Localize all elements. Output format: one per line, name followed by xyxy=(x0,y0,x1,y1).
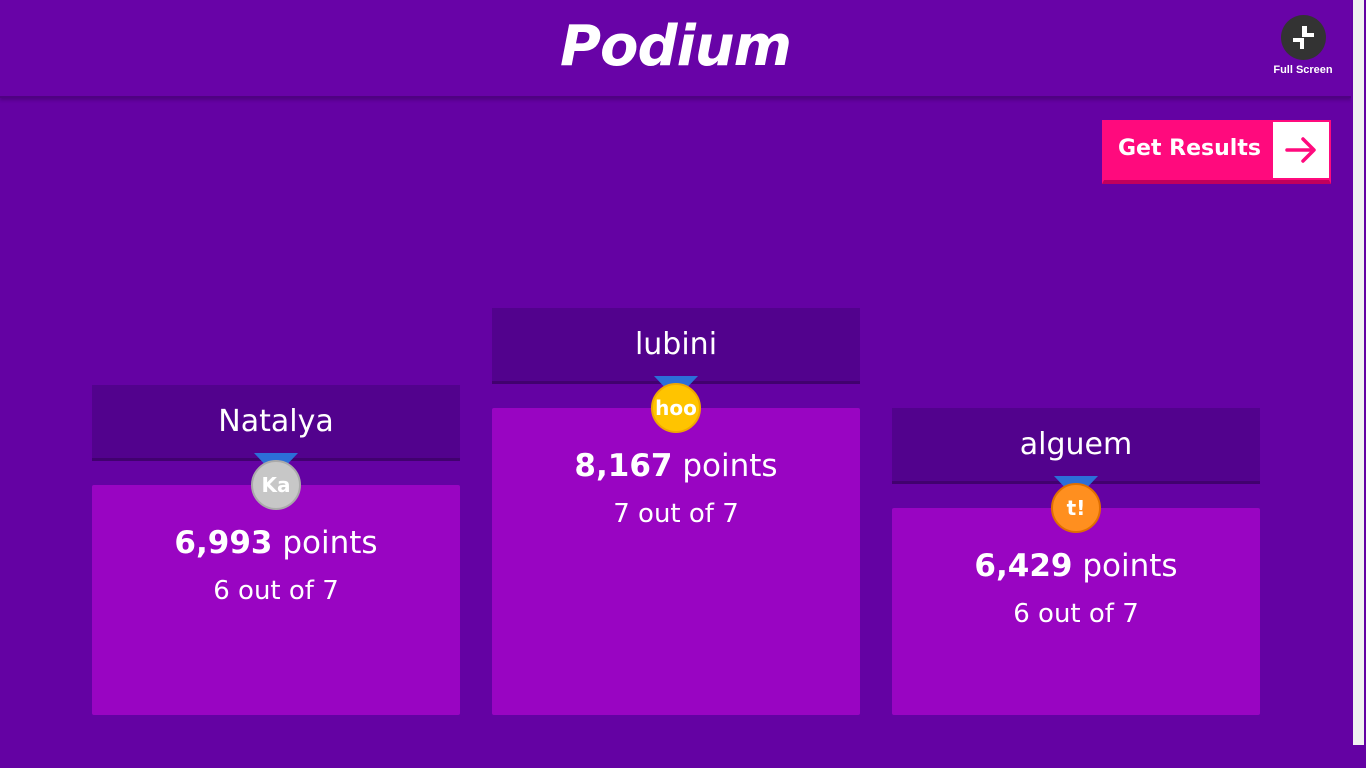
fullscreen-icon[interactable] xyxy=(1280,15,1326,60)
gold-medal-icon: hoo xyxy=(650,376,702,436)
silver-medal-icon: Ka xyxy=(250,453,302,513)
medal-text: hoo xyxy=(651,383,701,433)
points-value: 8,167 xyxy=(574,448,673,484)
points-value: 6,429 xyxy=(974,548,1073,584)
score-panel: 6,993 points 6 out of 7 xyxy=(92,485,460,715)
correct-answers: 6 out of 7 xyxy=(213,576,339,606)
score-panel: 8,167 points 7 out of 7 xyxy=(492,408,860,715)
points-text: 8,167 points xyxy=(492,446,860,486)
correct-answers: 6 out of 7 xyxy=(1013,599,1139,629)
medal-text: Ka xyxy=(251,460,301,510)
fullscreen-label: Full Screen xyxy=(1273,64,1333,76)
bronze-medal-icon: t! xyxy=(1050,476,1102,536)
score-panel: 6,429 points 6 out of 7 xyxy=(892,508,1260,715)
page-title: Podium xyxy=(559,14,792,79)
player-name: Natalya xyxy=(92,385,460,461)
points-unit: points xyxy=(682,448,778,484)
medal-text: t! xyxy=(1051,483,1101,533)
points-unit: points xyxy=(282,525,378,561)
correct-answers: 7 out of 7 xyxy=(613,499,739,529)
fullscreen-button[interactable]: Full Screen xyxy=(1266,14,1340,80)
player-name: lubini xyxy=(492,308,860,384)
points-value: 6,993 xyxy=(174,525,273,561)
get-results-label: Get Results xyxy=(1118,136,1261,161)
player-name: alguem xyxy=(892,408,1260,484)
points-unit: points xyxy=(1082,548,1178,584)
header-bar: Podium Full Screen xyxy=(0,0,1351,98)
scrollbar-thumb[interactable] xyxy=(1353,0,1364,745)
points-text: 6,993 points xyxy=(92,523,460,563)
points-text: 6,429 points xyxy=(892,546,1260,586)
get-results-button[interactable]: Get Results xyxy=(1102,120,1331,184)
arrow-right-icon xyxy=(1273,122,1329,178)
